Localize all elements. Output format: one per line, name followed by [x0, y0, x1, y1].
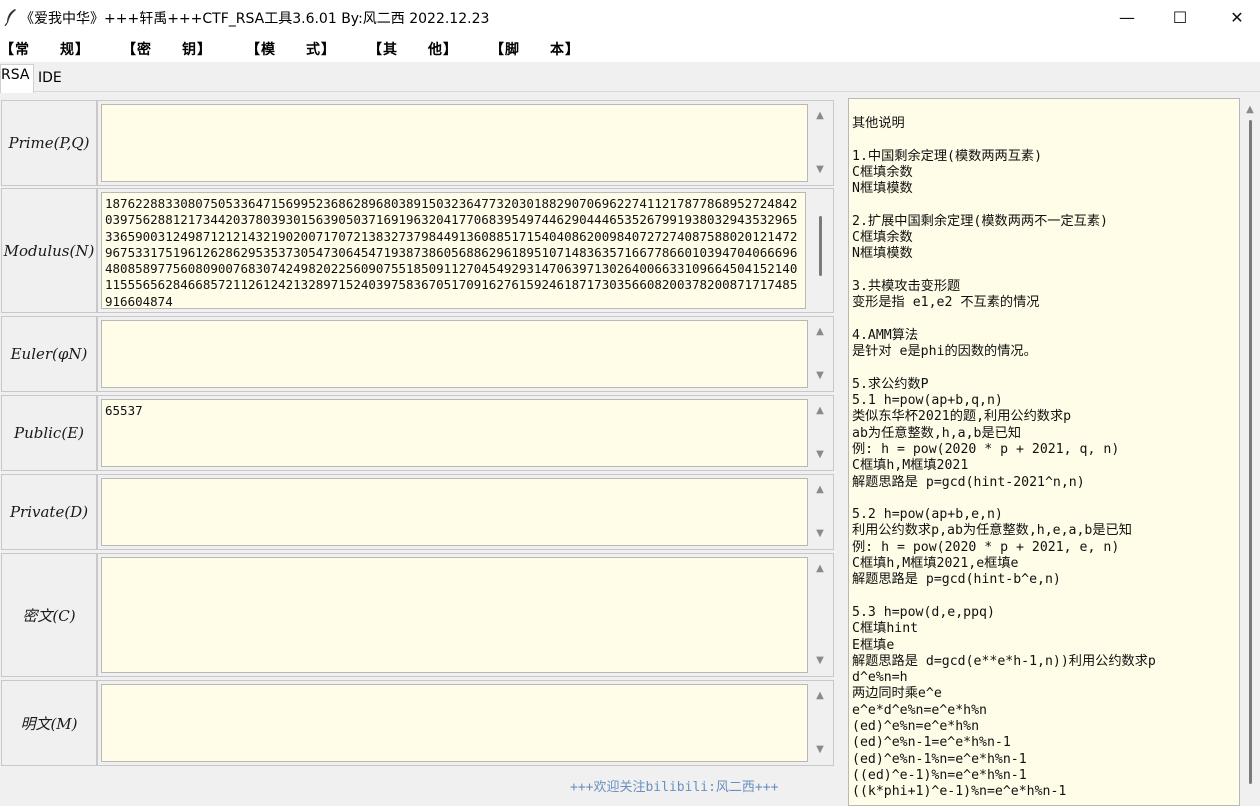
public-label-cell: Public(E) — [1, 395, 97, 471]
euler-label-cell: Euler(φN) — [1, 316, 97, 392]
euler-label: Euler(φN) — [10, 345, 88, 363]
window-title: 《爱我中华》+++轩禹+++CTF_RSA工具3.6.01 By:风二西 202… — [20, 11, 490, 27]
scroll-down-icon[interactable]: ▼ — [813, 528, 827, 540]
tab-rsa[interactable]: RSA — [0, 64, 34, 93]
title-bar: 《爱我中华》+++轩禹+++CTF_RSA工具3.6.01 By:风二西 202… — [0, 0, 1260, 34]
public-label: Public(E) — [13, 424, 84, 442]
ciphertext-row: 密文(C) ▲ ▼ — [0, 553, 834, 677]
public-row: Public(E) 65537 ▲ ▼ — [0, 395, 834, 471]
plaintext-label: 明文(M) — [20, 714, 78, 733]
ciphertext-scrollbar[interactable]: ▲ ▼ — [810, 557, 830, 673]
plaintext-label-cell: 明文(M) — [1, 680, 97, 766]
plaintext-row: 明文(M) ▲ ▼ — [0, 680, 834, 766]
private-row: Private(D) ▲ ▼ — [0, 474, 834, 550]
tab-ide[interactable]: IDE — [34, 68, 66, 94]
ciphertext-input[interactable] — [101, 557, 808, 673]
prime-label: Prime(P,Q) — [8, 134, 90, 152]
modulus-scrollbar[interactable] — [810, 192, 830, 309]
scroll-up-icon[interactable]: ▲ — [813, 110, 827, 122]
plaintext-input[interactable] — [101, 684, 808, 762]
euler-row: Euler(φN) ▲ ▼ — [0, 316, 834, 392]
scroll-up-icon[interactable]: ▲ — [813, 484, 827, 496]
private-label-cell: Private(D) — [1, 474, 97, 550]
private-frame: ▲ ▼ — [97, 474, 834, 550]
menu-keys[interactable]: 【密 钥】 — [122, 39, 212, 59]
prime-input[interactable] — [101, 104, 808, 182]
modulus-input[interactable]: 1876228833080750533647156995236862896803… — [101, 192, 806, 309]
notes-scroll-thumb[interactable] — [1249, 120, 1252, 784]
scroll-down-icon[interactable]: ▼ — [813, 164, 827, 176]
scroll-up-icon[interactable]: ▲ — [813, 563, 827, 575]
prime-label-cell: Prime(P,Q) — [1, 100, 97, 186]
scroll-up-icon[interactable]: ▲ — [1243, 104, 1257, 116]
scroll-up-icon[interactable]: ▲ — [813, 690, 827, 702]
feather-icon — [4, 9, 16, 26]
public-frame: 65537 ▲ ▼ — [97, 395, 834, 471]
notes-panel[interactable]: 其他说明 1.中国剩余定理(模数两两互素) C框填余数 N框填模数 2.扩展中国… — [848, 98, 1240, 806]
prime-scrollbar[interactable]: ▲ ▼ — [810, 104, 830, 182]
menu-script[interactable]: 【脚 本】 — [490, 39, 580, 59]
scroll-down-icon[interactable]: ▼ — [813, 744, 827, 756]
footer-credit: +++欢迎关注bilibili:风二西+++ — [570, 780, 779, 795]
menu-general[interactable]: 【常 规】 — [0, 39, 90, 59]
public-scrollbar[interactable]: ▲ ▼ — [810, 399, 830, 467]
prime-row: Prime(P,Q) ▲ ▼ — [0, 100, 834, 186]
tab-bar: RSA IDE — [0, 62, 1260, 94]
private-scrollbar[interactable]: ▲ ▼ — [810, 478, 830, 546]
euler-input[interactable] — [101, 320, 808, 388]
menu-bar: 【常 规】 【密 钥】 【模 式】 【其 他】 【脚 本】 — [0, 34, 1260, 62]
modulus-label: Modulus(N) — [3, 241, 95, 260]
modulus-label-cell: Modulus(N) — [1, 188, 97, 313]
euler-frame: ▲ ▼ — [97, 316, 834, 392]
ciphertext-label: 密文(C) — [22, 606, 76, 625]
modulus-frame: 1876228833080750533647156995236862896803… — [97, 188, 834, 313]
scroll-down-icon[interactable]: ▼ — [813, 655, 827, 667]
plaintext-frame: ▲ ▼ — [97, 680, 834, 766]
private-input[interactable] — [101, 478, 808, 546]
notes-scrollbar[interactable]: ▲ — [1240, 98, 1260, 806]
scroll-down-icon[interactable]: ▼ — [813, 370, 827, 382]
minimize-button[interactable]: — — [1104, 0, 1150, 34]
prime-frame: ▲ ▼ — [97, 100, 834, 186]
public-input[interactable]: 65537 — [101, 399, 808, 467]
close-button[interactable]: ✕ — [1214, 0, 1260, 34]
menu-mode[interactable]: 【模 式】 — [246, 39, 336, 59]
modulus-row: Modulus(N) 18762288330807505336471569952… — [0, 188, 834, 313]
scroll-up-icon[interactable]: ▲ — [813, 405, 827, 417]
menu-other[interactable]: 【其 他】 — [368, 39, 458, 59]
ciphertext-frame: ▲ ▼ — [97, 553, 834, 677]
private-label: Private(D) — [9, 503, 89, 521]
notes-text: 其他说明 1.中国剩余定理(模数两两互素) C框填余数 N框填模数 2.扩展中国… — [852, 116, 1156, 800]
maximize-button[interactable]: ☐ — [1157, 0, 1203, 34]
euler-scrollbar[interactable]: ▲ ▼ — [810, 320, 830, 388]
scroll-down-icon[interactable]: ▼ — [813, 449, 827, 461]
plaintext-scrollbar[interactable]: ▲ ▼ — [810, 684, 830, 762]
scroll-up-icon[interactable]: ▲ — [813, 326, 827, 338]
modulus-scroll-thumb[interactable] — [819, 216, 822, 276]
ciphertext-label-cell: 密文(C) — [1, 553, 97, 677]
